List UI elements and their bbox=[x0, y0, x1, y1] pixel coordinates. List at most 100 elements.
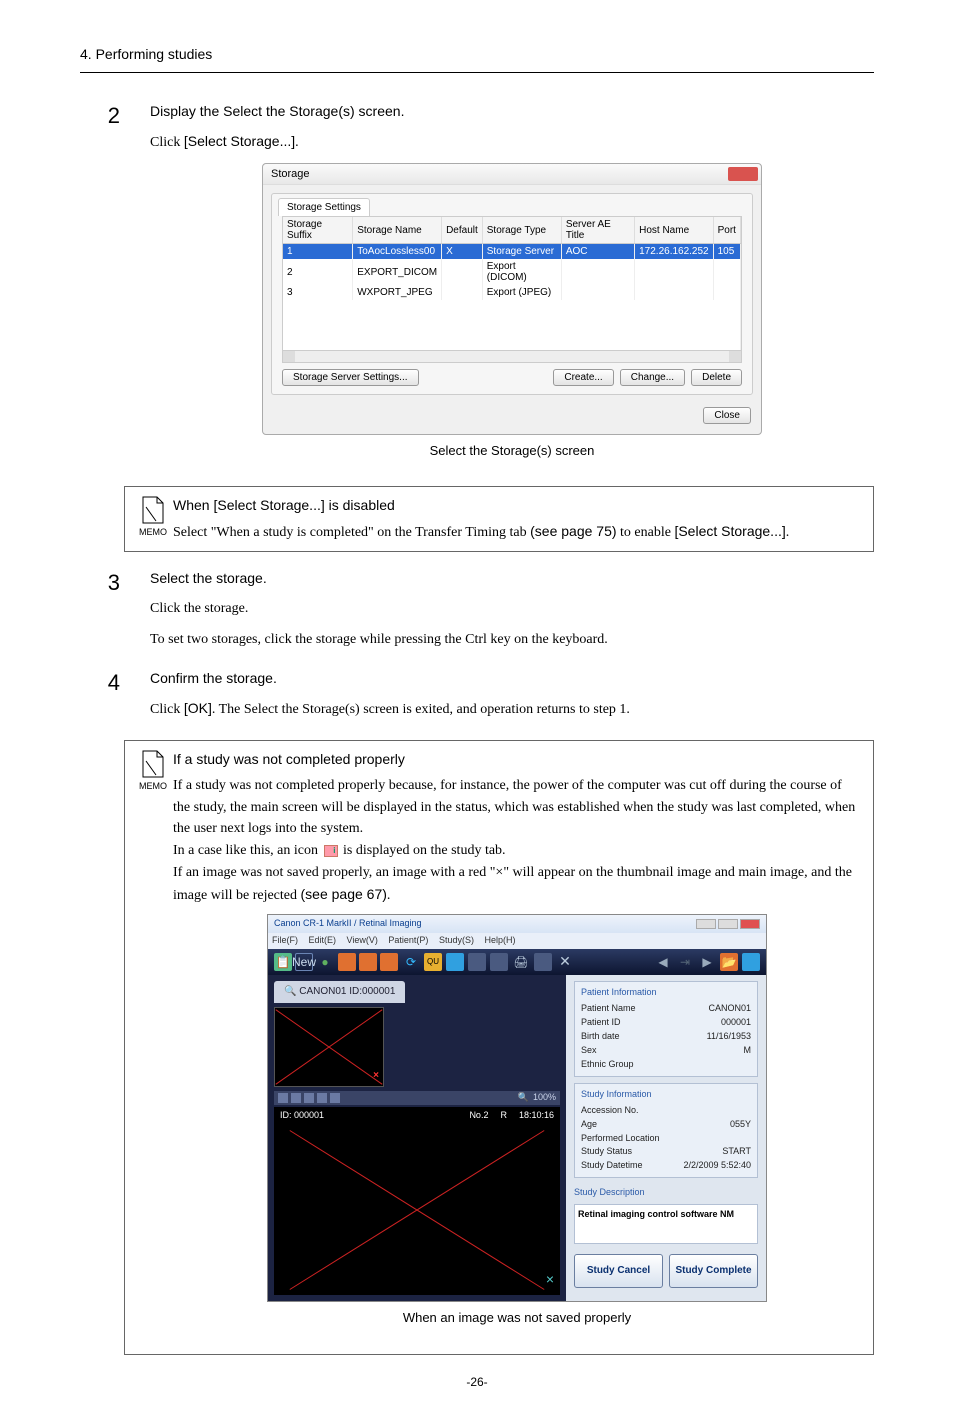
step-3: 3 Select the storage. Click the storage.… bbox=[80, 570, 874, 660]
toolbar-icon[interactable] bbox=[380, 953, 398, 971]
toolbar-icon[interactable] bbox=[330, 1093, 340, 1103]
step-4: 4 Confirm the storage. Click [OK]. The S… bbox=[80, 670, 874, 730]
toolbar-icon[interactable] bbox=[468, 953, 486, 971]
study-complete-button[interactable]: Study Complete bbox=[669, 1254, 758, 1288]
search-icon: 🔍 bbox=[284, 986, 299, 997]
rejected-x-icon: × bbox=[546, 1269, 554, 1291]
col-port: Port bbox=[713, 217, 740, 244]
study-alert-icon bbox=[324, 845, 338, 857]
thumbnail-toolbar: 🔍 100% bbox=[274, 1091, 560, 1105]
memo-box: MEMO When [Select Storage...] is disable… bbox=[124, 486, 874, 552]
toolbar-icon[interactable] bbox=[291, 1093, 301, 1103]
toolbar-icon[interactable]: 📋 bbox=[274, 953, 292, 971]
toolbar-icon[interactable] bbox=[317, 1093, 327, 1103]
menu-view[interactable]: View(V) bbox=[347, 935, 378, 945]
menu-file[interactable]: File(F) bbox=[272, 935, 298, 945]
study-description: Retinal imaging control software NM bbox=[574, 1204, 758, 1244]
zoom-icon[interactable]: 🔍 bbox=[518, 1091, 529, 1105]
group-title: Patient Information bbox=[581, 986, 751, 1000]
ok-ref: [OK] bbox=[184, 700, 212, 716]
memo-icon: MEMO bbox=[133, 749, 173, 1345]
thumbnail[interactable]: × bbox=[274, 1007, 384, 1087]
step-number: 2 bbox=[80, 103, 150, 476]
main-image-header: ID: 000001 No.2 R 18:10:16 bbox=[274, 1107, 560, 1125]
group-title: Study Description bbox=[574, 1184, 758, 1202]
main-image[interactable]: × bbox=[274, 1125, 560, 1295]
change-button[interactable]: Change... bbox=[620, 369, 685, 386]
table-row[interactable]: 1 ToAocLossless00 X Storage Server AOC 1… bbox=[283, 244, 741, 260]
breadcrumb: 4. Performing studies bbox=[80, 46, 874, 73]
storage-table: Storage Suffix Storage Name Default Stor… bbox=[283, 217, 741, 350]
select-storage-link: [Select Storage...] bbox=[184, 133, 295, 149]
menu-edit[interactable]: Edit(E) bbox=[309, 935, 337, 945]
study-cancel-button[interactable]: Study Cancel bbox=[574, 1254, 663, 1288]
close-icon[interactable] bbox=[728, 167, 758, 181]
tab-storage-settings[interactable]: Storage Settings bbox=[278, 198, 370, 216]
step-text: To set two storages, click the storage w… bbox=[150, 629, 874, 650]
memo-text: If a study was not completed properly be… bbox=[173, 775, 861, 840]
page-number: -26- bbox=[80, 1375, 874, 1389]
toolbar-icon[interactable] bbox=[359, 953, 377, 971]
image-id: ID: 000001 bbox=[280, 1109, 324, 1123]
toolbar-icon[interactable] bbox=[304, 1093, 314, 1103]
menu-patient[interactable]: Patient(P) bbox=[388, 935, 428, 945]
storage-server-settings-button[interactable]: Storage Server Settings... bbox=[282, 369, 419, 386]
toolbar-icon[interactable] bbox=[338, 953, 356, 971]
table-row[interactable]: 2 EXPORT_DICOM Export (DICOM) bbox=[283, 259, 741, 285]
storage-dialog: Storage Storage Settings Storage Suffix … bbox=[262, 163, 762, 435]
toolbar-icon[interactable]: 📂 bbox=[720, 953, 738, 971]
col-name: Storage Name bbox=[353, 217, 442, 244]
image-time: 18:10:16 bbox=[519, 1109, 554, 1123]
create-button[interactable]: Create... bbox=[553, 369, 613, 386]
study-tab[interactable]: 🔍 CANON01 ID:000001 bbox=[274, 981, 405, 1003]
memo-box: MEMO If a study was not completed proper… bbox=[124, 740, 874, 1354]
step-text: Click the storage. bbox=[150, 598, 874, 619]
toolbar-icon[interactable]: QU bbox=[424, 953, 442, 971]
memo-icon: MEMO bbox=[133, 495, 173, 543]
col-ae: Server AE Title bbox=[561, 217, 634, 244]
col-default: Default bbox=[442, 217, 483, 244]
prev-icon[interactable]: ◀ bbox=[654, 953, 672, 971]
col-type: Storage Type bbox=[482, 217, 561, 244]
minimize-icon[interactable] bbox=[696, 919, 716, 929]
toolbar-icon[interactable] bbox=[534, 953, 552, 971]
step-title: Select the storage. bbox=[150, 570, 874, 586]
next-icon[interactable]: ▶ bbox=[698, 953, 716, 971]
record-icon[interactable]: ● bbox=[316, 953, 334, 971]
menu-study[interactable]: Study(S) bbox=[439, 935, 474, 945]
app-screenshot: Canon CR-1 MarkII / Retinal Imaging File… bbox=[267, 914, 767, 1301]
step-2: 2 Display the Select the Storage(s) scre… bbox=[80, 103, 874, 476]
table-row[interactable]: 3 WXPORT_JPEG Export (JPEG) bbox=[283, 285, 741, 300]
h-scrollbar[interactable] bbox=[282, 351, 742, 363]
image-no: No.2 bbox=[469, 1109, 488, 1123]
delete-button[interactable]: Delete bbox=[691, 369, 742, 386]
toolbar-icon[interactable] bbox=[278, 1093, 288, 1103]
memo-title: When [Select Storage...] is disabled bbox=[173, 495, 861, 517]
memo-title: If a study was not completed properly bbox=[173, 749, 861, 771]
figure-caption: Select the Storage(s) screen bbox=[150, 443, 874, 458]
col-suffix: Storage Suffix bbox=[283, 217, 353, 244]
toolbar: 📋 New ● ⟳ QU 🖨 ✕ bbox=[268, 949, 766, 975]
group-title: Study Information bbox=[581, 1088, 751, 1102]
zoom-level: 100% bbox=[533, 1091, 556, 1105]
print-icon[interactable]: 🖨 bbox=[512, 953, 530, 971]
page-ref: (see page 75) bbox=[530, 523, 616, 539]
maximize-icon[interactable] bbox=[718, 919, 738, 929]
rejected-x-icon: × bbox=[373, 1068, 379, 1084]
info-sidebar: Patient Information Patient NameCANON01 … bbox=[566, 975, 766, 1300]
new-button[interactable]: New bbox=[295, 953, 313, 971]
close-icon[interactable] bbox=[740, 919, 760, 929]
study-info-group: Study Information Accession No. Age055Y … bbox=[574, 1083, 758, 1179]
col-host: Host Name bbox=[635, 217, 714, 244]
figure-caption: When an image was not saved properly bbox=[173, 1308, 861, 1328]
menu-help[interactable]: Help(H) bbox=[484, 935, 515, 945]
toolbar-icon[interactable] bbox=[490, 953, 508, 971]
close-button[interactable]: Close bbox=[703, 407, 751, 424]
refresh-icon[interactable]: ⟳ bbox=[402, 953, 420, 971]
delete-icon[interactable]: ✕ bbox=[556, 953, 574, 971]
step-title: Confirm the storage. bbox=[150, 670, 874, 686]
toolbar-icon[interactable] bbox=[446, 953, 464, 971]
step-number: 3 bbox=[80, 570, 150, 660]
toolbar-icon[interactable] bbox=[742, 953, 760, 971]
mid-icon[interactable]: ⇥ bbox=[676, 953, 694, 971]
